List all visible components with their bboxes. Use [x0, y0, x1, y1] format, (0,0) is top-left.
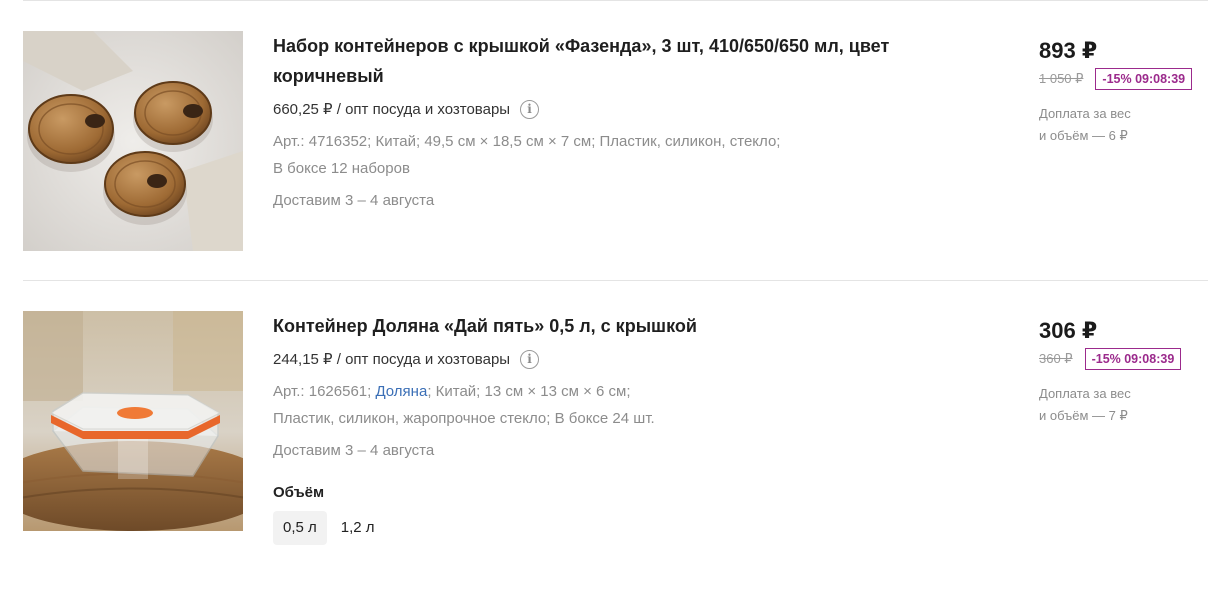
product-info: Набор контейнеров с крышкой «Фазенда», 3…	[273, 31, 973, 209]
current-price: 306 ₽	[1039, 318, 1098, 343]
extra-charge-line: Доплата за вес	[1039, 106, 1131, 121]
old-price-row: 360 ₽ -15% 09:08:39	[1039, 347, 1208, 371]
wholesale-price-row: 244,15 ₽ / опт посуда и хозтовары i	[273, 347, 973, 371]
discount-badge: -15% 09:08:39	[1095, 68, 1193, 90]
specs-line: В боксе 12 наборов	[273, 160, 410, 177]
extra-charge: Доплата за вес и объём — 7 ₽	[1039, 383, 1208, 427]
discount-badge: -15% 09:08:39	[1084, 348, 1182, 370]
extra-charge-line: Доплата за вес	[1039, 386, 1131, 401]
old-price: 1 050 ₽	[1039, 71, 1084, 86]
product-title[interactable]: Контейнер Доляна «Дай пять» 0,5 л, с кры…	[273, 311, 973, 341]
product-image[interactable]	[23, 31, 243, 251]
extra-charge-line: и объём — 7 ₽	[1039, 408, 1128, 423]
variant-option[interactable]: 1,2 л	[331, 511, 385, 545]
info-icon[interactable]: i	[520, 349, 540, 369]
square-glass-container-photo	[23, 311, 243, 531]
top-divider	[23, 0, 1208, 1]
variant-option-selected[interactable]: 0,5 л	[273, 511, 327, 545]
info-icon[interactable]: i	[520, 99, 540, 119]
product-info: Контейнер Доляна «Дай пять» 0,5 л, с кры…	[273, 311, 973, 545]
product-title-line[interactable]: Набор контейнеров с крышкой «Фазенда», 3…	[273, 31, 973, 61]
product-title[interactable]: Набор контейнеров с крышкой «Фазенда», 3…	[273, 31, 973, 91]
wholesale-price-row: 660,25 ₽ / опт посуда и хозтовары i	[273, 97, 973, 121]
product-image[interactable]	[23, 311, 243, 531]
product-divider	[23, 280, 1208, 281]
product-specs: Арт.: 4716352; Китай; 49,5 см × 18,5 см …	[273, 128, 973, 182]
extra-charge: Доплата за вес и объём — 6 ₽	[1039, 103, 1208, 147]
delivery-info: Доставим 3 – 4 августа	[273, 192, 435, 209]
delivery-info: Доставим 3 – 4 августа	[273, 442, 435, 459]
price-column: 893 ₽ 1 050 ₽ -15% 09:08:39 Доплата за в…	[1039, 31, 1208, 147]
variant-label: Объём	[273, 484, 325, 501]
specs-line: Арт.: 1626561; Доляна; Китай; 13 см × 13…	[273, 378, 973, 405]
brand-link[interactable]: Доляна	[375, 383, 427, 400]
extra-charge-line: и объём — 6 ₽	[1039, 128, 1128, 143]
wholesale-price: 244,15 ₽ / опт посуда и хозтовары	[273, 351, 511, 368]
old-price: 360 ₽	[1039, 351, 1073, 366]
wholesale-price: 660,25 ₽ / опт посуда и хозтовары	[273, 101, 511, 118]
variant-options: 0,5 л 1,2 л	[273, 511, 973, 545]
product-specs: Арт.: 1626561; Доляна; Китай; 13 см × 13…	[273, 378, 973, 432]
specs-line: Арт.: 4716352; Китай; 49,5 см × 18,5 см …	[273, 133, 781, 150]
brown-glass-containers-photo	[23, 31, 243, 251]
product-title-line[interactable]: коричневый	[273, 61, 973, 91]
product-title-line[interactable]: Контейнер Доляна «Дай пять» 0,5 л, с кры…	[273, 311, 973, 341]
specs-article: Арт.: 1626561;	[273, 383, 372, 400]
specs-line: Пластик, силикон, жаропрочное стекло; В …	[273, 410, 655, 427]
old-price-row: 1 050 ₽ -15% 09:08:39	[1039, 67, 1208, 91]
specs-rest: ; Китай; 13 см × 13 см × 6 см;	[427, 383, 631, 400]
current-price: 893 ₽	[1039, 38, 1098, 63]
price-column: 306 ₽ 360 ₽ -15% 09:08:39 Доплата за вес…	[1039, 311, 1208, 427]
